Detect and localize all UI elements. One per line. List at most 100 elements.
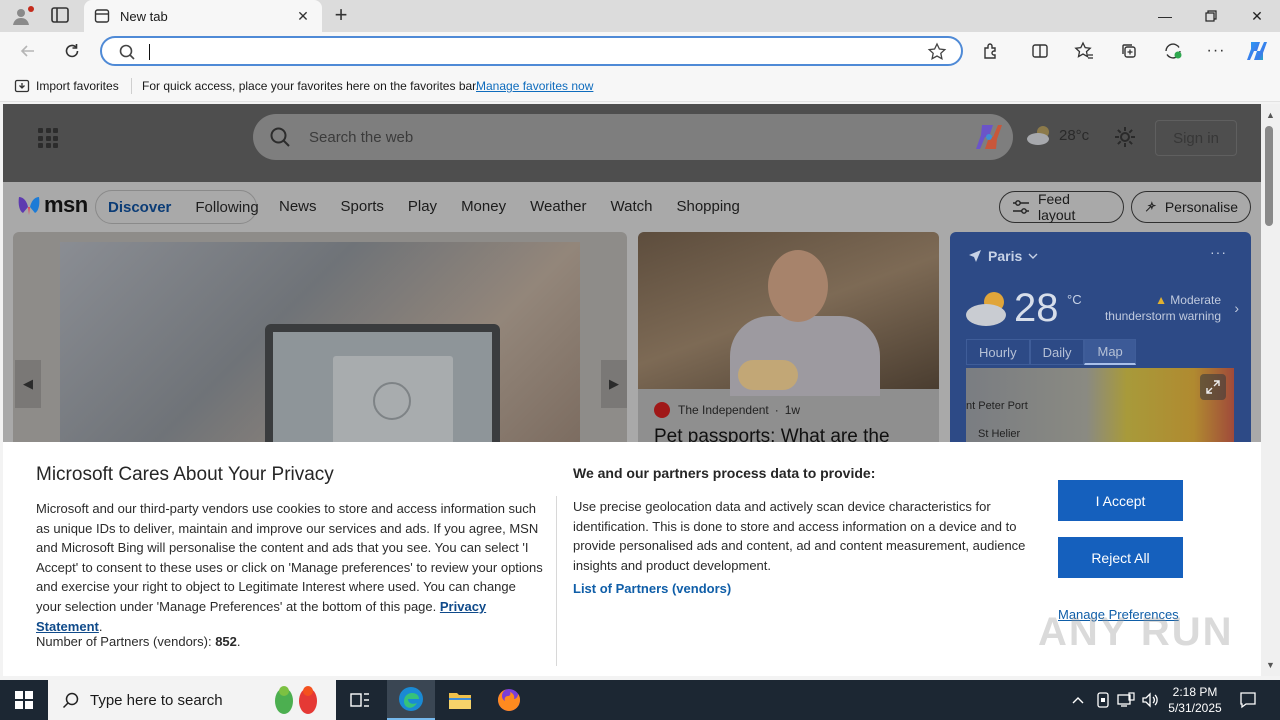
partners-label: Number of Partners (vendors): <box>36 634 212 649</box>
chevron-right-icon[interactable]: › <box>1234 300 1239 316</box>
news-card[interactable]: The Independent · 1w Pet passports: What… <box>638 232 939 452</box>
task-view-button[interactable] <box>336 680 384 720</box>
hero-carousel[interactable]: ◀ ▶ <box>13 232 627 452</box>
weather-map[interactable]: nt Peter Port St Helier <box>966 368 1234 452</box>
parrots-illustration-icon <box>275 686 317 714</box>
search-icon <box>119 44 135 60</box>
clock-time: 2:18 PM <box>1172 685 1218 699</box>
refresh-button[interactable] <box>60 39 84 63</box>
weather-tabs: Hourly Daily Map <box>966 339 1136 365</box>
restore-button[interactable] <box>1188 0 1234 32</box>
carousel-next-button[interactable]: ▶ <box>601 360 627 408</box>
star-icon[interactable] <box>927 42 947 62</box>
web-search-box[interactable]: Search the web <box>253 114 1013 160</box>
tray-volume-button[interactable] <box>1140 680 1160 720</box>
notification-dot <box>28 6 34 12</box>
privacy-body: Microsoft and our third-party vendors us… <box>36 501 543 634</box>
header-weather-temp: 28°c <box>1059 126 1090 144</box>
back-button[interactable] <box>16 39 40 63</box>
settings-gear-icon[interactable] <box>1113 125 1137 149</box>
new-tab-button[interactable]: + <box>330 4 352 28</box>
windows-taskbar: Type here to search 2:18 PM 5/31/2025 <box>0 680 1280 720</box>
more-icon[interactable]: ··· <box>1210 244 1227 260</box>
taskbar-firefox[interactable] <box>485 680 533 720</box>
active-tab[interactable]: New tab ✕ <box>84 0 322 32</box>
nav-news[interactable]: News <box>279 198 317 215</box>
page-scrollbar[interactable]: ▲ ▼ <box>1261 104 1280 676</box>
tray-overflow-button[interactable] <box>1068 680 1088 720</box>
weather-card[interactable]: Paris ··· 28 °C ▲ Moderate thunderstorm … <box>950 232 1251 452</box>
chevron-up-icon <box>1072 697 1084 704</box>
manage-favorites-link[interactable]: Manage favorites now <box>476 79 593 93</box>
msn-logo[interactable]: msn <box>16 192 88 218</box>
taskbar-search-box[interactable]: Type here to search <box>48 680 336 720</box>
tab-actions-button[interactable] <box>50 6 72 26</box>
accept-button[interactable]: I Accept <box>1058 480 1183 521</box>
nav-links: News Sports Play Money Weather Watch Sho… <box>279 198 764 215</box>
tray-network-button[interactable] <box>1116 680 1136 720</box>
vendors-list-link[interactable]: List of Partners (vendors) <box>573 581 731 596</box>
minimize-button[interactable]: — <box>1142 0 1188 32</box>
weather-warning[interactable]: ▲ Moderate thunderstorm warning <box>1105 292 1221 324</box>
laptop-illustration <box>265 324 500 452</box>
collections-button[interactable] <box>1117 39 1141 63</box>
edge-icon <box>399 687 423 711</box>
import-favorites-button[interactable]: Import favorites <box>14 78 119 94</box>
nav-play[interactable]: Play <box>408 198 437 215</box>
expand-map-button[interactable] <box>1200 374 1226 400</box>
purposes-heading: We and our partners process data to prov… <box>573 465 876 481</box>
scroll-down-icon[interactable]: ▼ <box>1266 660 1275 670</box>
taskbar-clock[interactable]: 2:18 PM 5/31/2025 <box>1160 684 1230 716</box>
more-button[interactable]: ··· <box>1204 39 1228 63</box>
copilot-icon[interactable] <box>973 122 1005 152</box>
performance-button[interactable] <box>1161 39 1185 63</box>
tray-device-button[interactable] <box>1094 680 1112 720</box>
volume-icon <box>1142 692 1158 708</box>
segment-discover[interactable]: Discover <box>108 199 171 216</box>
feed-segment: Discover Following <box>95 190 259 224</box>
header-weather[interactable]: 28°c <box>1025 124 1089 146</box>
warning-triangle-icon: ▲ <box>1155 293 1167 307</box>
extensions-button[interactable] <box>979 39 1003 63</box>
chevron-down-icon <box>1028 253 1038 259</box>
notifications-button[interactable] <box>1234 680 1262 720</box>
window-close-button[interactable]: ✕ <box>1234 0 1280 32</box>
weather-tab-map[interactable]: Map <box>1084 339 1136 365</box>
web-search-placeholder: Search the web <box>309 129 414 146</box>
segment-following[interactable]: Following <box>195 199 258 216</box>
purposes-body: Use precise geolocation data and activel… <box>573 499 1026 573</box>
newtab-page-icon <box>94 9 110 23</box>
close-icon[interactable]: ✕ <box>294 8 312 25</box>
nav-watch[interactable]: Watch <box>611 198 653 215</box>
personalise-label: Personalise <box>1164 199 1238 215</box>
weather-location-name: Paris <box>988 248 1023 264</box>
news-age: 1w <box>784 403 801 417</box>
favorites-hint: For quick access, place your favorites h… <box>142 79 479 93</box>
nav-sports[interactable]: Sports <box>341 198 384 215</box>
nav-shopping[interactable]: Shopping <box>676 198 739 215</box>
scroll-up-icon[interactable]: ▲ <box>1266 110 1275 120</box>
favorites-divider <box>131 78 132 94</box>
weather-tab-daily[interactable]: Daily <box>1029 339 1085 365</box>
weather-location[interactable]: Paris <box>968 248 1038 264</box>
nav-weather[interactable]: Weather <box>530 198 586 215</box>
scrollbar-thumb[interactable] <box>1265 126 1273 226</box>
carousel-prev-button[interactable]: ◀ <box>15 360 41 408</box>
personalise-button[interactable]: Personalise <box>1131 191 1251 223</box>
taskbar-file-explorer[interactable] <box>436 680 484 720</box>
copilot-button[interactable] <box>1245 39 1269 63</box>
taskbar-edge[interactable] <box>387 680 435 720</box>
reject-all-button[interactable]: Reject All <box>1058 537 1183 578</box>
feed-layout-button[interactable]: Feed layout <box>999 191 1124 223</box>
sign-in-button[interactable]: Sign in <box>1155 120 1237 156</box>
weather-tab-hourly[interactable]: Hourly <box>966 339 1030 365</box>
app-launcher-icon[interactable] <box>38 128 58 148</box>
split-screen-button[interactable] <box>1028 39 1052 63</box>
profile-button[interactable] <box>8 4 34 28</box>
sparkle-icon <box>1145 201 1157 212</box>
privacy-body-text: Microsoft and our third-party vendors us… <box>36 501 543 614</box>
start-button[interactable] <box>0 680 48 720</box>
nav-money[interactable]: Money <box>461 198 506 215</box>
favorites-button[interactable] <box>1072 39 1096 63</box>
address-bar[interactable] <box>100 36 963 66</box>
